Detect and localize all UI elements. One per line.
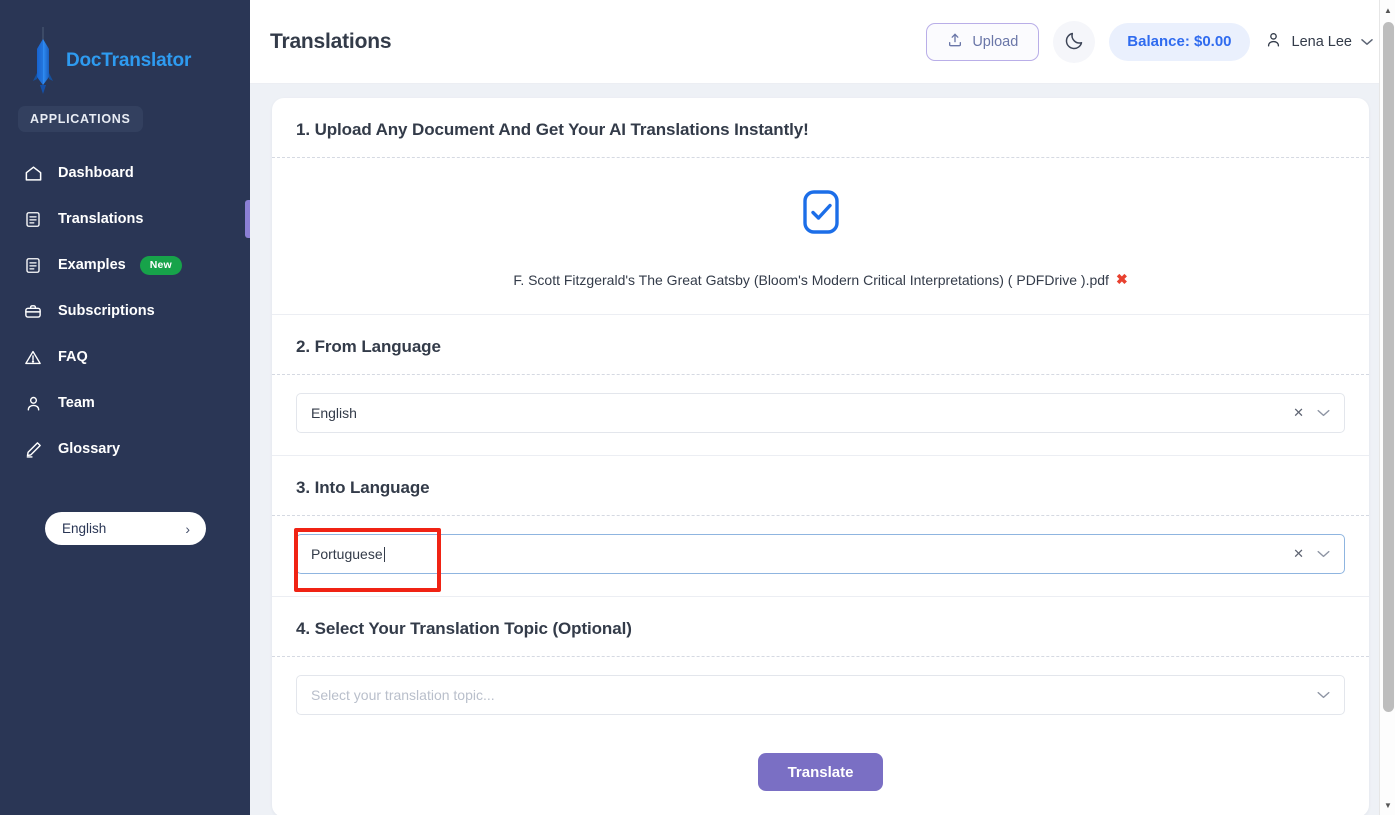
chevron-down-icon[interactable]	[1317, 547, 1330, 561]
step-1-heading: 1. Upload Any Document And Get Your AI T…	[296, 120, 809, 139]
file-dropzone[interactable]: F. Scott Fitzgerald's The Great Gatsby (…	[272, 158, 1369, 314]
sidebar-item-translations[interactable]: Translations	[0, 196, 250, 242]
from-language-value: English	[311, 405, 357, 421]
sidebar-item-label: Translations	[58, 211, 144, 227]
chevron-down-icon[interactable]	[1317, 406, 1330, 420]
user-name: Lena Lee	[1291, 33, 1352, 50]
document-icon	[22, 208, 44, 230]
main-content: Translations Upload Balance: $0.00 Lena …	[250, 0, 1395, 815]
remove-file-icon[interactable]: ✖	[1116, 271, 1128, 288]
step-4-heading: 4. Select Your Translation Topic (Option…	[296, 619, 632, 638]
sidebar-item-label: Examples	[58, 257, 126, 273]
moon-icon	[1064, 30, 1085, 54]
sidebar-nav: Dashboard Translations Examples New Subs…	[0, 150, 250, 472]
person-icon	[1264, 30, 1283, 54]
clear-icon[interactable]: ✕	[1293, 546, 1304, 562]
translation-form-card: 1. Upload Any Document And Get Your AI T…	[272, 98, 1369, 815]
status-badge: New	[139, 255, 182, 275]
upload-button-label: Upload	[972, 33, 1019, 50]
page-title: Translations	[270, 29, 392, 53]
translation-topic-select[interactable]: Select your translation topic...	[296, 675, 1345, 715]
translate-action-row: Translate	[272, 737, 1369, 815]
balance-badge[interactable]: Balance: $0.00	[1109, 22, 1250, 61]
user-icon	[22, 392, 44, 414]
from-language-field-wrap: English ✕	[272, 375, 1369, 455]
topic-field-wrap: Select your translation topic...	[272, 657, 1369, 737]
brand-name: DocTranslator	[66, 50, 192, 71]
sidebar-language-label: English	[62, 521, 107, 536]
sidebar-item-examples[interactable]: Examples New	[0, 242, 250, 288]
sidebar-item-label: FAQ	[58, 349, 88, 365]
sidebar: DocTranslator APPLICATIONS Dashboard Tra…	[0, 0, 250, 815]
sidebar-item-label: Subscriptions	[58, 303, 155, 319]
check-square-icon	[797, 188, 845, 241]
scrollbar-thumb[interactable]	[1383, 22, 1394, 712]
vertical-scrollbar[interactable]: ▲ ▼	[1379, 0, 1395, 815]
sidebar-item-team[interactable]: Team	[0, 380, 250, 426]
pen-icon	[22, 438, 44, 460]
uploaded-file-name: F. Scott Fitzgerald's The Great Gatsby (…	[513, 271, 1109, 288]
sidebar-item-subscriptions[interactable]: Subscriptions	[0, 288, 250, 334]
sidebar-language-switch[interactable]: English ›	[45, 512, 206, 545]
sidebar-item-label: Team	[58, 395, 95, 411]
chevron-down-icon	[1361, 33, 1373, 51]
home-icon	[22, 162, 44, 184]
briefcase-icon	[22, 300, 44, 322]
step-2-heading: 2. From Language	[296, 337, 441, 356]
into-language-value-group: Portuguese	[311, 546, 1293, 562]
text-caret	[383, 547, 385, 562]
content-scroll-area[interactable]: 1. Upload Any Document And Get Your AI T…	[250, 84, 1395, 815]
upload-button[interactable]: Upload	[926, 22, 1040, 61]
translate-button[interactable]: Translate	[757, 753, 884, 791]
warning-triangle-icon	[22, 346, 44, 368]
step-3-heading: 3. Into Language	[296, 478, 430, 497]
topbar-actions: Upload Balance: $0.00 Lena Lee	[926, 20, 1373, 63]
into-language-value: Portuguese	[311, 546, 383, 562]
app-root: DocTranslator APPLICATIONS Dashboard Tra…	[0, 0, 1395, 815]
from-language-select[interactable]: English ✕	[296, 393, 1345, 433]
into-language-field-wrap: Portuguese ✕	[272, 516, 1369, 596]
sidebar-section-label: APPLICATIONS	[18, 106, 143, 132]
brand[interactable]: DocTranslator	[0, 0, 250, 100]
sidebar-item-faq[interactable]: FAQ	[0, 334, 250, 380]
user-menu[interactable]: Lena Lee	[1264, 30, 1373, 54]
translation-topic-placeholder: Select your translation topic...	[311, 687, 495, 703]
scroll-down-arrow-icon[interactable]: ▼	[1380, 797, 1395, 813]
chevron-right-icon: ›	[185, 520, 190, 537]
document-icon	[22, 254, 44, 276]
topbar: Translations Upload Balance: $0.00 Lena …	[250, 0, 1395, 84]
sidebar-item-dashboard[interactable]: Dashboard	[0, 150, 250, 196]
theme-toggle-button[interactable]	[1053, 20, 1096, 63]
scroll-up-arrow-icon[interactable]: ▲	[1380, 2, 1395, 18]
chevron-down-icon[interactable]	[1317, 688, 1330, 702]
upload-icon	[947, 32, 963, 52]
sidebar-item-glossary[interactable]: Glossary	[0, 426, 250, 472]
sidebar-item-label: Dashboard	[58, 165, 134, 181]
sidebar-item-label: Glossary	[58, 441, 121, 457]
into-language-select[interactable]: Portuguese ✕	[296, 534, 1345, 574]
uploaded-file-row: F. Scott Fitzgerald's The Great Gatsby (…	[513, 271, 1127, 288]
rocket-icon	[26, 25, 60, 97]
clear-icon[interactable]: ✕	[1293, 405, 1304, 421]
